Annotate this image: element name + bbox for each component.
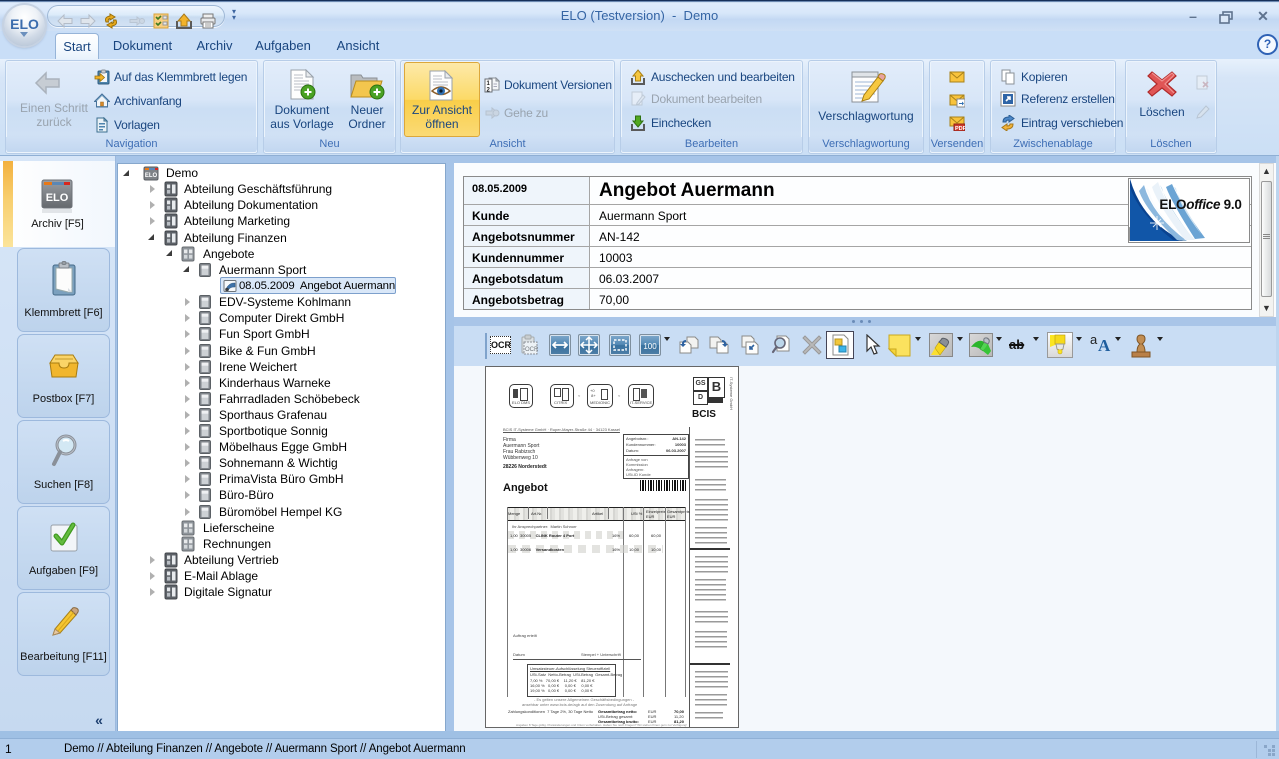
- svg-text:OCR: OCR: [525, 347, 539, 353]
- svg-text:100: 100: [643, 342, 657, 351]
- svg-text:PDF: PDF: [955, 126, 965, 131]
- svg-text:ELO: ELO: [46, 192, 69, 204]
